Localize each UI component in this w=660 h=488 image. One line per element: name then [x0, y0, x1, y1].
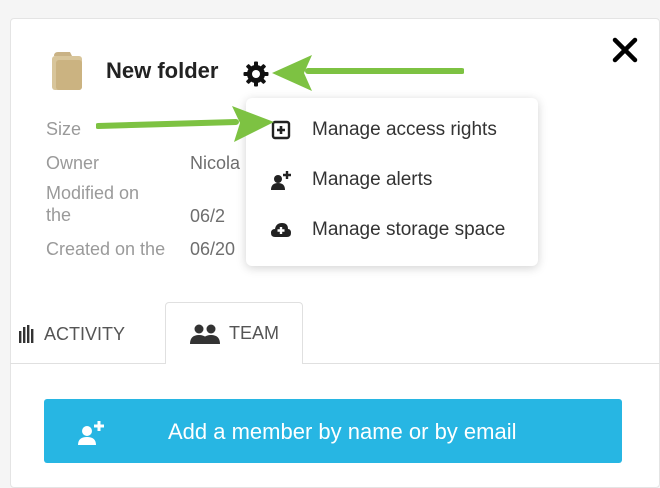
active-tab-cover [166, 363, 302, 365]
cloud-plus-icon [271, 223, 291, 237]
created-label: Created on the [46, 239, 166, 259]
modified-value: 06/2 [190, 206, 226, 226]
arrow-annotation-menu [96, 106, 274, 142]
arrow-annotation-gear [272, 55, 464, 91]
folder-settings-button[interactable] [242, 60, 270, 88]
gear-icon [243, 61, 269, 87]
add-member-label: Add a member by name or by email [168, 419, 517, 444]
size-label: Size [46, 119, 82, 139]
menu-item-manage-alerts[interactable]: Manage alerts [246, 158, 538, 202]
user-plus-icon [271, 171, 291, 190]
tab-activity[interactable]: ACTIVITY [18, 320, 125, 348]
menu-item-label: Manage storage space [312, 219, 506, 240]
folder-title: New folder [106, 58, 219, 83]
add-user-icon [78, 421, 104, 445]
tab-team[interactable]: TEAM [165, 302, 303, 364]
add-member-button[interactable]: Add a member by name or by email [44, 399, 622, 463]
users-icon [189, 324, 220, 344]
close-button[interactable] [605, 30, 645, 70]
created-value: 06/20 [190, 239, 236, 259]
menu-item-label: Manage alerts [312, 169, 433, 190]
modified-label: Modified on the [46, 183, 140, 225]
owner-label: Owner [46, 153, 100, 173]
folder-actions-menu: Manage access rights Manage alerts Manag… [246, 98, 538, 266]
menu-item-manage-storage-space[interactable]: Manage storage space [246, 208, 538, 252]
menu-item-label: Manage access rights [312, 119, 497, 140]
menu-item-manage-access-rights[interactable]: Manage access rights [246, 108, 538, 152]
bar-chart-icon [19, 325, 34, 343]
close-icon [612, 37, 638, 63]
tab-divider [10, 363, 660, 364]
tab-team-label: TEAM [228, 323, 279, 343]
owner-value: Nicola [190, 153, 241, 173]
tab-activity-label: ACTIVITY [44, 323, 126, 344]
folder-icon [52, 52, 82, 90]
